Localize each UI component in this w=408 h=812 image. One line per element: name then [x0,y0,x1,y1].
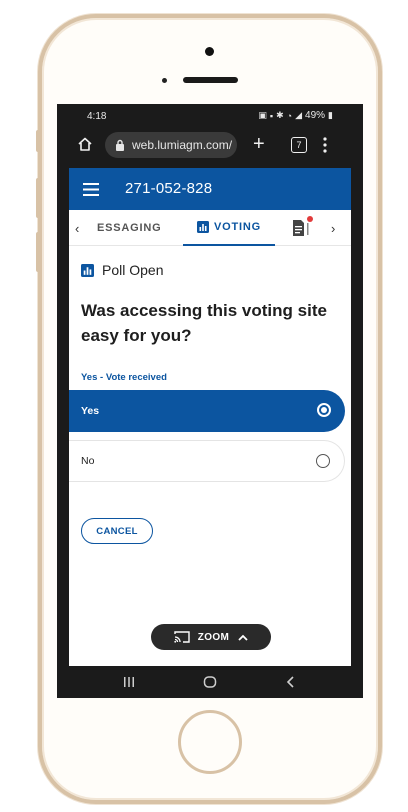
notification-icon: ▪ [269,110,274,121]
option-no[interactable]: No [69,440,345,482]
battery-percent: 49% [305,110,326,121]
poll-status: Poll Open [81,262,163,278]
cast-icon [173,631,190,643]
zoom-button[interactable]: ZOOM [151,624,271,650]
status-time: 4:18 [87,111,107,122]
app-header: 271-052-828 [69,168,351,210]
signal-icon: ◢ [295,110,303,120]
tab-voting[interactable]: VOTING [183,210,275,246]
front-camera [205,47,214,56]
option-no-label: No [81,455,95,467]
kebab-icon[interactable] [323,135,327,155]
radio-selected[interactable] [317,403,331,417]
browser-toolbar: web.lumiagm.com/ + 7 [57,126,363,164]
plus-icon[interactable]: + [253,134,265,154]
tab-scroll-prev[interactable]: ‹ [75,221,79,236]
recent-apps-icon[interactable] [121,674,137,690]
tabs-icon[interactable]: 7 [291,137,307,153]
bluetooth-icon: ✱ [276,110,284,120]
hamburger-icon[interactable] [83,183,99,196]
notification-dot [307,216,313,222]
home-icon[interactable] [77,136,93,152]
canvas: 4:18 ▣ ▪ ✱ ◔ ◢ 49% ▮ web.lumiagm.com/ + … [0,0,408,812]
earpiece-speaker [183,77,238,83]
option-yes[interactable]: Yes [69,390,345,432]
tab-bar: ‹ ESSAGING VOTING › [69,210,351,246]
tab-voting-label: VOTING [214,221,261,233]
poll-question: Was accessing this voting site easy for … [81,301,327,345]
cancel-button[interactable]: CANCEL [81,518,153,544]
nav-home-icon[interactable] [202,674,218,690]
status-icons: ▣ ▪ ✱ ◔ ◢ 49% ▮ [258,110,333,121]
option-yes-label: Yes [81,405,100,417]
mute-switch [36,130,40,152]
nfc-icon: ▣ [258,110,267,120]
radio-unselected[interactable] [316,454,330,468]
tab-messaging[interactable]: ESSAGING [97,222,161,234]
meeting-id: 271-052-828 [125,180,213,197]
battery-icon: ▮ [328,110,333,120]
address-bar[interactable]: web.lumiagm.com/ [105,132,237,158]
main-content: ‹ ESSAGING VOTING › Poll Open Was access… [69,210,351,666]
lock-icon [116,139,124,151]
wifi-icon: ◔ [286,110,293,121]
proximity-sensor [162,78,167,83]
home-button[interactable] [178,710,242,774]
chevron-up-icon [238,634,248,641]
volume-down-button [36,232,40,272]
volume-up-button [36,178,40,218]
url-text: web.lumiagm.com/ [132,138,233,152]
vote-status: Yes - Vote received [81,372,167,383]
chart-icon [197,221,210,233]
zoom-label: ZOOM [197,631,230,643]
poll-status-label: Poll Open [102,262,164,278]
poll-chart-icon [81,263,94,277]
status-bar: 4:18 ▣ ▪ ✱ ◔ ◢ 49% ▮ [57,104,363,126]
phone-screen: 4:18 ▣ ▪ ✱ ◔ ◢ 49% ▮ web.lumiagm.com/ + … [57,104,363,698]
system-nav-bar [57,666,363,698]
tab-scroll-next[interactable]: › [331,221,335,236]
back-icon[interactable] [283,674,299,690]
